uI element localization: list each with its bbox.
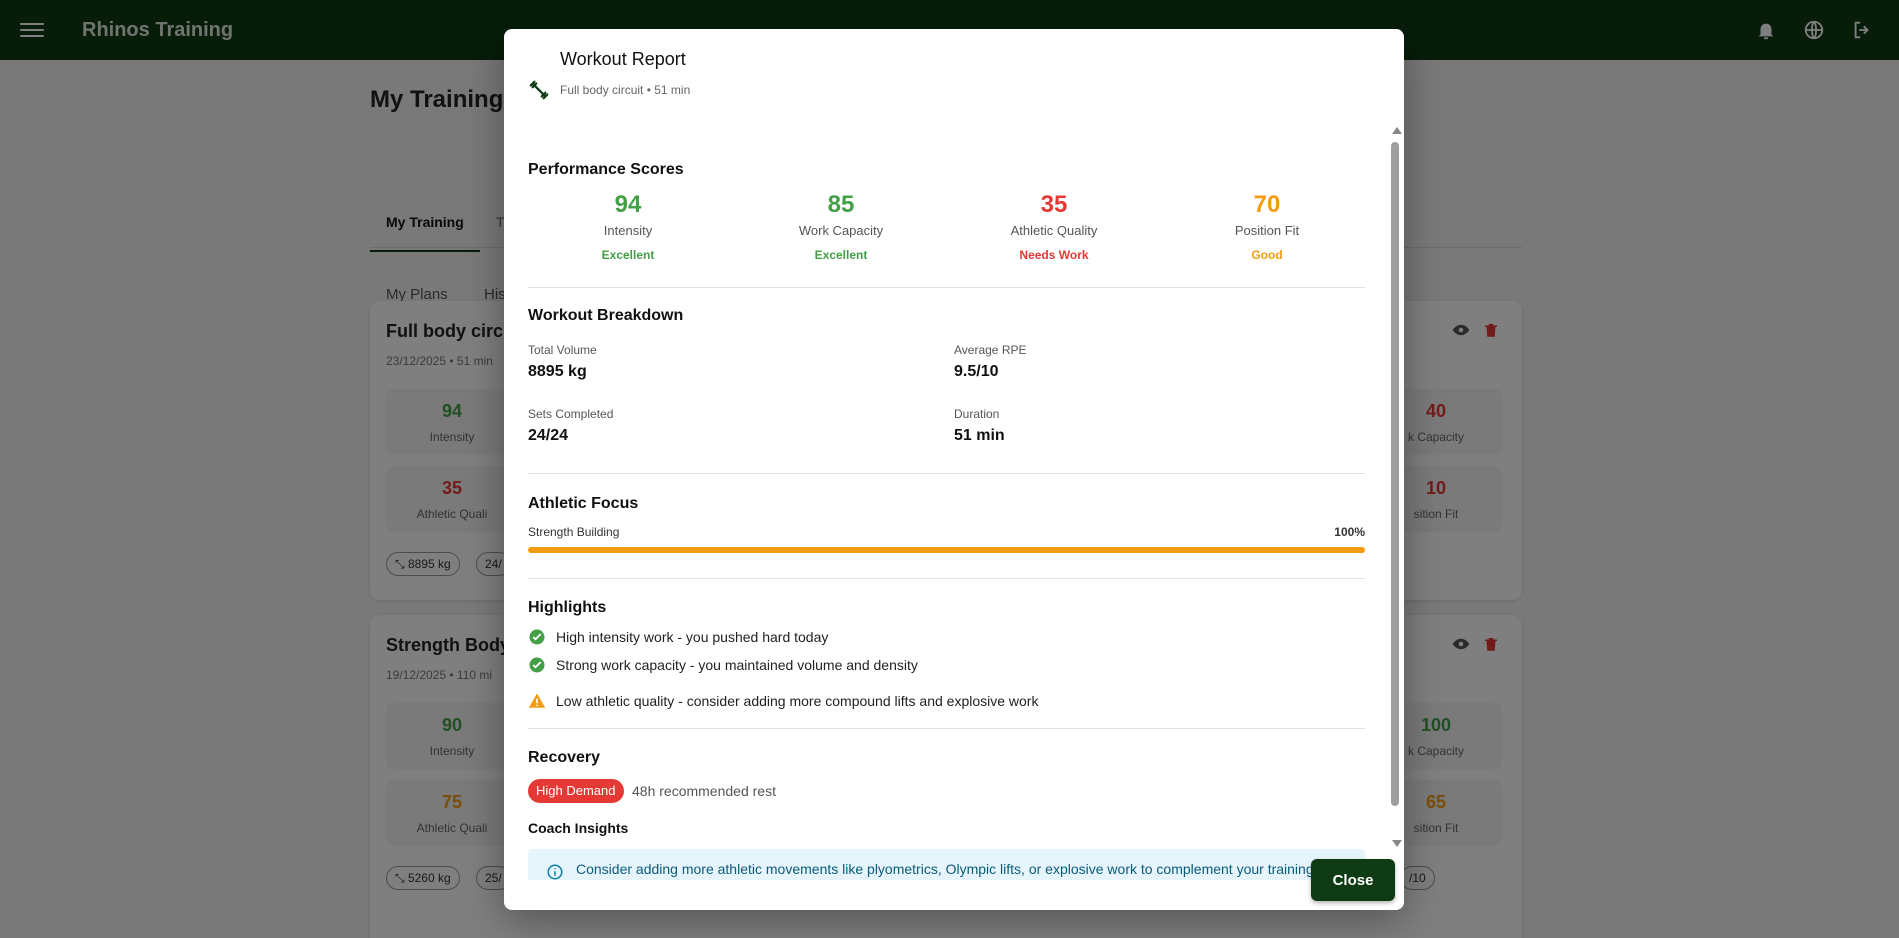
breakdown-value: 51 min [954,427,1005,444]
score-label: Intensity [603,223,653,238]
warning-icon [528,693,546,708]
score-value: 85 [827,191,855,218]
close-button[interactable]: Close [1311,859,1395,901]
divider [528,728,1365,729]
breakdown-value: 9.5/10 [954,363,999,380]
scroll-up-icon[interactable] [1392,127,1402,134]
highlight-item: Strong work capacity - you maintained vo… [528,656,918,674]
score-rating: Good [1251,248,1283,262]
coach-insight-alert: Consider adding more athletic movements … [528,849,1365,880]
score-rating: Excellent [814,248,868,262]
score-athletic-quality: 35 Athletic Quality Needs Work [954,191,1154,262]
recovery-badge: High Demand [528,779,624,803]
breakdown-value: 8895 kg [528,363,587,380]
breakdown-label: Total Volume [528,343,597,357]
highlight-item: High intensity work - you pushed hard to… [528,628,828,646]
breakdown-average-rpe: Average RPE 9.5/10 [954,343,1027,381]
breakdown-title: Workout Breakdown [528,307,684,324]
score-label: Work Capacity [798,223,884,238]
score-label: Athletic Quality [1010,223,1098,238]
breakdown-label: Average RPE [954,343,1027,357]
focus-progress-fill [528,547,1365,553]
dialog-subtitle: Full body circuit • 51 min [560,83,691,97]
check-circle-icon [529,629,545,645]
highlight-text: High intensity work - you pushed hard to… [556,629,829,645]
score-work-capacity: 85 Work Capacity Excellent [741,191,941,262]
score-label: Position Fit [1234,223,1300,238]
divider [528,287,1365,288]
dialog-scrollbar[interactable] [1389,124,1402,850]
recovery-title: Recovery [528,749,601,766]
focus-row: Strength Building 100% [528,525,1365,539]
score-value: 70 [1253,191,1281,218]
breakdown-total-volume: Total Volume 8895 kg [528,343,597,381]
dialog-title: Workout Report [560,49,686,69]
breakdown-duration: Duration 51 min [954,407,1005,445]
focus-progress-bar [528,547,1365,553]
breakdown-label: Duration [954,407,1000,421]
breakdown-label: Sets Completed [528,407,614,421]
highlight-text: Strong work capacity - you maintained vo… [556,657,918,673]
score-value: 94 [614,191,642,218]
dialog-content: Performance Scores 94 Intensity Excellen… [528,129,1365,880]
recovery-rest: 48h recommended rest [632,783,776,799]
info-icon [547,864,563,880]
check-circle-icon [529,657,545,673]
dumbbell-icon [529,80,549,100]
score-position-fit: 70 Position Fit Good [1167,191,1365,262]
score-intensity: 94 Intensity Excellent [528,191,728,262]
score-value: 35 [1040,191,1068,218]
highlights-title: Highlights [528,599,607,616]
breakdown-sets-completed: Sets Completed 24/24 [528,407,613,445]
performance-title: Performance Scores [528,161,684,178]
focus-label: Strength Building [528,525,620,539]
divider [528,473,1365,474]
highlight-text: Low athletic quality - consider adding m… [556,693,1039,709]
scroll-down-icon[interactable] [1392,840,1402,847]
highlight-item: Low athletic quality - consider adding m… [528,692,1038,710]
scrollbar-thumb[interactable] [1391,142,1399,806]
coach-insight-text: Consider adding more athletic movements … [576,861,1318,877]
score-rating: Needs Work [1019,248,1089,262]
coach-insights-title: Coach Insights [528,820,629,836]
score-rating: Excellent [601,248,655,262]
divider [528,578,1365,579]
breakdown-value: 24/24 [528,427,569,444]
focus-title: Athletic Focus [528,495,639,512]
focus-percent: 100% [1334,525,1365,539]
workout-report-dialog: Workout Report Full body circuit • 51 mi… [504,29,1404,910]
